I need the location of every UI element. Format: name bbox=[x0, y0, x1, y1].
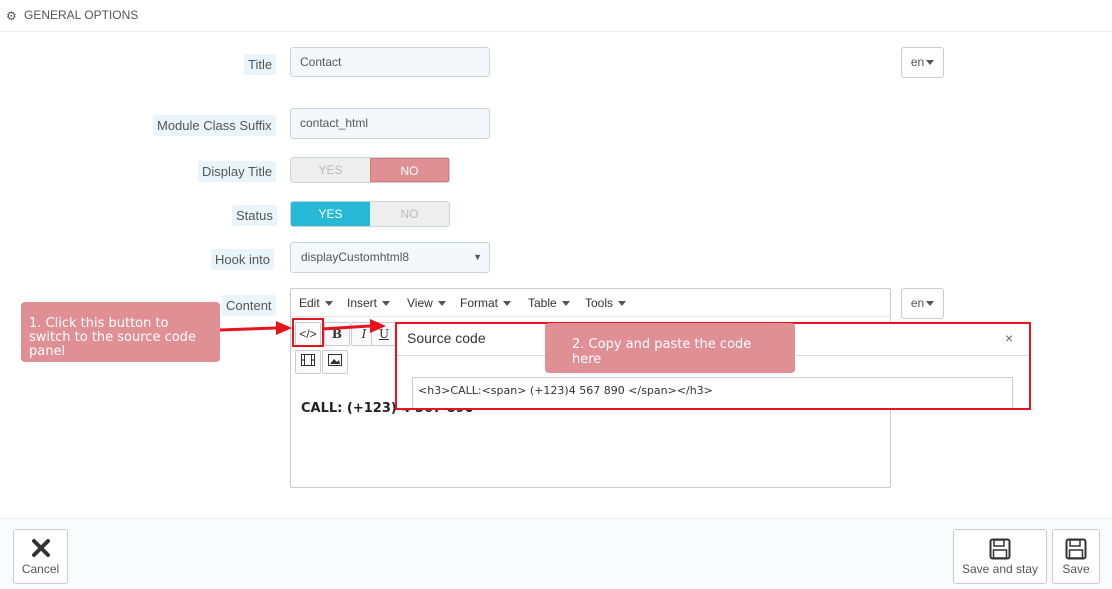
arrow-to-dialog bbox=[321, 319, 386, 333]
form-footer bbox=[0, 518, 1112, 589]
panel-heading: ⚙ GENERAL OPTIONS bbox=[0, 0, 1112, 32]
caret-down-icon bbox=[926, 60, 935, 66]
caret-down-icon bbox=[438, 301, 447, 307]
menu-table[interactable]: Table bbox=[528, 296, 571, 310]
menu-view-label: View bbox=[407, 296, 433, 310]
floppy-disk-icon bbox=[954, 538, 1046, 562]
content-language-dropdown[interactable]: en bbox=[901, 288, 944, 319]
film-icon bbox=[301, 354, 315, 369]
panel-title: GENERAL OPTIONS bbox=[24, 8, 139, 22]
menu-insert-label: Insert bbox=[347, 296, 378, 310]
save-label: Save bbox=[1062, 562, 1090, 576]
display-title-no[interactable]: NO bbox=[369, 158, 449, 182]
close-icon bbox=[14, 538, 67, 562]
suffix-input[interactable]: contact_html bbox=[290, 108, 490, 139]
status-label: Status bbox=[232, 205, 277, 226]
save-and-stay-button[interactable]: Save and stay bbox=[953, 529, 1047, 584]
display-title-switch[interactable]: YES NO bbox=[290, 157, 450, 183]
status-yes[interactable]: YES bbox=[291, 202, 370, 226]
caret-down-icon bbox=[382, 301, 391, 307]
hook-select[interactable]: displayCustomhtml8 ▼ bbox=[290, 242, 490, 273]
hook-select-value: displayCustomhtml8 bbox=[301, 250, 410, 264]
content-lang-value: en bbox=[910, 296, 925, 310]
content-label: Content bbox=[222, 295, 276, 316]
menu-edit-label: Edit bbox=[299, 296, 320, 310]
cancel-label: Cancel bbox=[21, 562, 60, 576]
caret-down-icon bbox=[503, 301, 512, 307]
source-code-textarea[interactable]: <h3>CALL:<span> (+123)4 567 890 </span><… bbox=[412, 377, 1013, 408]
title-language-dropdown[interactable]: en bbox=[901, 47, 944, 78]
suffix-label: Module Class Suffix bbox=[153, 115, 276, 136]
floppy-disk-icon bbox=[1053, 538, 1099, 562]
status-no[interactable]: NO bbox=[370, 202, 449, 226]
caret-down-icon bbox=[562, 301, 571, 307]
step1-callout: 1. Click this button to switch to the so… bbox=[21, 302, 220, 362]
save-and-stay-label: Save and stay bbox=[961, 562, 1039, 576]
menu-tools[interactable]: Tools bbox=[585, 296, 627, 310]
menu-tools-label: Tools bbox=[585, 296, 614, 310]
title-label: Title bbox=[244, 54, 277, 75]
menu-insert[interactable]: Insert bbox=[347, 296, 391, 310]
menu-format[interactable]: Format bbox=[460, 296, 512, 310]
title-input[interactable]: Contact bbox=[290, 47, 490, 77]
close-icon[interactable]: × bbox=[1005, 330, 1013, 346]
menu-edit[interactable]: Edit bbox=[299, 296, 334, 310]
title-lang-value: en bbox=[910, 55, 925, 69]
menu-table-label: Table bbox=[528, 296, 557, 310]
menu-format-label: Format bbox=[460, 296, 499, 310]
cancel-button[interactable]: Cancel bbox=[13, 529, 68, 584]
insert-image-button[interactable] bbox=[322, 350, 348, 374]
save-button[interactable]: Save bbox=[1052, 529, 1100, 584]
editor-menubar: Edit Insert View Format Table Tools bbox=[291, 289, 890, 317]
caret-down-icon bbox=[618, 301, 627, 307]
arrow-annotations bbox=[219, 319, 386, 335]
step2-callout: 2. Copy and paste the code here bbox=[545, 323, 795, 373]
menu-view[interactable]: View bbox=[407, 296, 447, 310]
caret-down-icon bbox=[926, 301, 935, 307]
gears-icon: ⚙ bbox=[6, 9, 17, 23]
arrow-to-source-button bbox=[219, 321, 292, 335]
status-switch[interactable]: YES NO bbox=[290, 201, 450, 227]
display-title-yes[interactable]: YES bbox=[291, 158, 370, 182]
caret-down-icon bbox=[325, 301, 334, 307]
display-title-label: Display Title bbox=[198, 161, 277, 182]
hook-label: Hook into bbox=[211, 249, 274, 270]
dialog-title: Source code bbox=[407, 330, 486, 346]
select-arrow-icon: ▼ bbox=[473, 252, 482, 262]
image-icon bbox=[328, 354, 342, 369]
insert-video-button[interactable] bbox=[295, 350, 321, 374]
